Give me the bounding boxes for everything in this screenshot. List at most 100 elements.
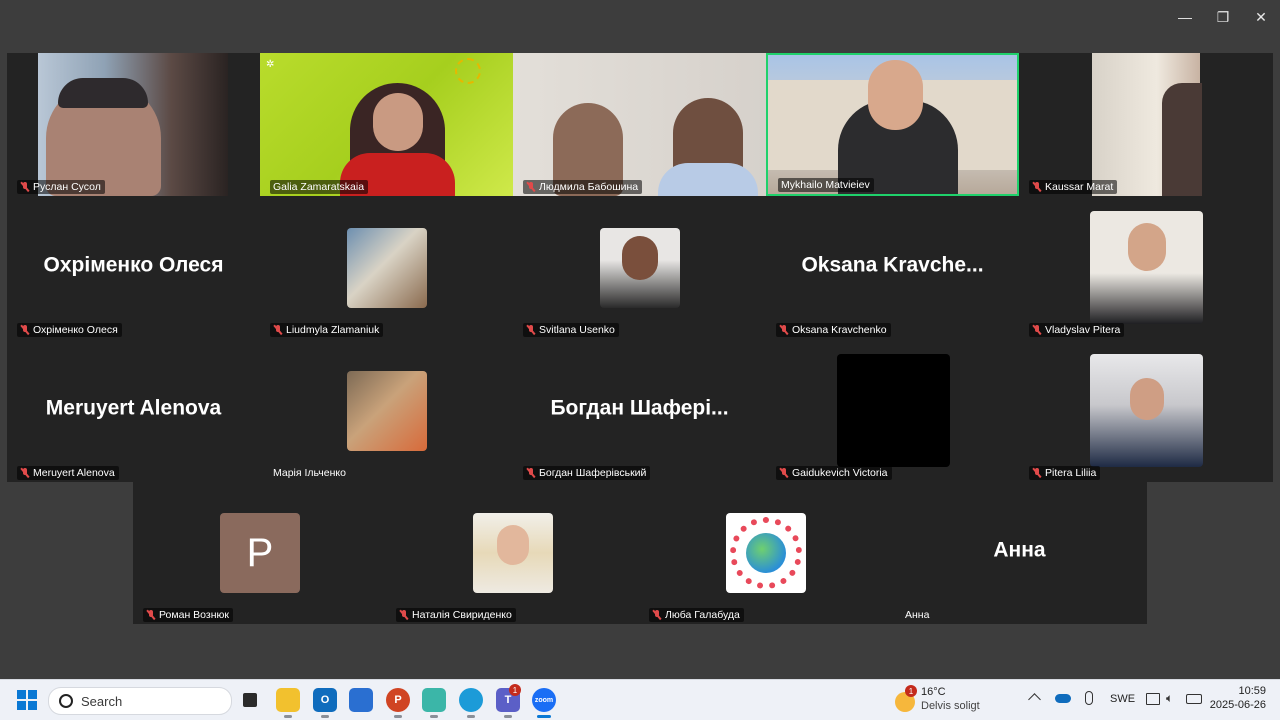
microphone-icon[interactable] [1085, 691, 1093, 705]
participant-display-name: Богдан Шафері... [550, 396, 729, 420]
running-indicator [430, 715, 438, 718]
microsoft-store-icon[interactable] [349, 688, 373, 712]
logo-badge-icon [455, 58, 481, 84]
network-icon[interactable] [1146, 693, 1160, 705]
participant-display-name: Охріменко Олеся [43, 253, 224, 277]
participant-tile-okhrimenko[interactable]: Охріменко Олеся Охріменко Олеся [7, 196, 260, 339]
onedrive-icon[interactable] [1055, 694, 1071, 703]
participant-tile-galia[interactable]: ✲ Galia Zamaratskaia [260, 53, 513, 196]
participant-tile-alenova[interactable]: Meruyert Alenova Meruyert Alenova [7, 339, 260, 482]
person-face [868, 60, 923, 130]
person-silhouette [1162, 83, 1202, 196]
clock-date: 2025-06-26 [1209, 699, 1266, 711]
maximize-button[interactable]: ❐ [1204, 0, 1242, 34]
profile-photo [600, 228, 680, 308]
person-hair [58, 78, 148, 108]
participant-tile-mykhailo[interactable]: Mykhailo Matvieiev [766, 53, 1019, 196]
participant-name-label: Руслан Сусол [17, 180, 105, 194]
participant-name-label: Galia Zamaratskaia [270, 180, 369, 194]
mic-muted-icon [273, 325, 283, 335]
participant-video [38, 53, 228, 196]
participant-name-label: Людмила Бабошина [523, 180, 643, 194]
mic-muted-icon [20, 182, 30, 192]
profile-photo [347, 371, 427, 451]
task-view-icon[interactable] [238, 688, 262, 712]
powerpoint-icon[interactable]: P [386, 688, 410, 712]
file-explorer-icon[interactable] [276, 688, 300, 712]
system-clock[interactable]: 10:59 2025-06-26 [1206, 685, 1266, 711]
participant-tile-liudmyla-b[interactable]: Людмила Бабошина [513, 53, 766, 196]
minimize-button[interactable]: — [1166, 0, 1204, 34]
mic-muted-icon [526, 182, 536, 192]
windows-start-icon[interactable] [17, 690, 37, 710]
participant-name-label: Vladyslav Pitera [1029, 323, 1125, 337]
participant-tile-anna[interactable]: Анна Анна [892, 482, 1147, 624]
mic-muted-icon [779, 325, 789, 335]
weather-description: Delvis soligt [921, 700, 980, 712]
volume-icon[interactable]: 🔈︎ [1166, 691, 1173, 706]
participant-tile-kaussar[interactable]: Kaussar Marat [1019, 53, 1273, 196]
close-button[interactable]: ✕ [1242, 0, 1280, 34]
participant-name-label: Svitlana Usenko [523, 323, 619, 337]
clock-time: 10:59 [1238, 685, 1266, 697]
participant-tile-ruslan[interactable]: Руслан Сусол [7, 53, 260, 196]
teams-notification-badge: 1 [509, 684, 521, 696]
battery-icon[interactable] [1186, 694, 1202, 704]
mic-muted-icon [652, 610, 662, 620]
participant-name-label: Охріменко Олеся [17, 323, 122, 337]
participant-name-label: Наталія Свириденко [396, 608, 516, 622]
zoom-icon[interactable]: zoom [532, 688, 556, 712]
running-indicator [467, 715, 475, 718]
mic-muted-icon [146, 610, 156, 620]
participant-tile-usenko[interactable]: Svitlana Usenko [513, 196, 766, 339]
participant-tile-svyrydenko[interactable]: Наталія Свириденко [386, 482, 639, 624]
mic-muted-icon [779, 468, 789, 478]
participant-display-name: Meruyert Alenova [45, 396, 222, 420]
mic-muted-icon [526, 325, 536, 335]
active-indicator [537, 715, 551, 718]
edge-icon[interactable] [459, 688, 483, 712]
participant-display-name: Анна [993, 538, 1046, 562]
mic-muted-icon [526, 468, 536, 478]
participant-tile-ilchenko[interactable]: Марія Ільченко [260, 339, 513, 482]
profile-photo [1090, 354, 1203, 467]
profile-photo [726, 513, 806, 593]
search-placeholder: Search [81, 693, 123, 709]
participant-tile-kravchenko[interactable]: Oksana Kravche... Oksana Kravchenko [766, 196, 1019, 339]
mic-muted-icon [1032, 325, 1042, 335]
profile-photo [837, 354, 950, 467]
participant-name-label: Богдан Шаферівський [523, 466, 651, 480]
mic-muted-icon [1032, 182, 1042, 192]
participant-name-label: Анна [905, 609, 930, 621]
person-shirt [658, 163, 758, 196]
participant-name-label: Люба Галабуда [649, 608, 744, 622]
weather-temperature: 16°C [921, 686, 946, 698]
weather-widget[interactable]: 1 16°C Delvis soligt [895, 685, 995, 714]
mic-muted-icon [399, 610, 409, 620]
profile-photo [473, 513, 553, 593]
outlook-icon[interactable]: O [313, 688, 337, 712]
weather-badge: 1 [905, 685, 917, 697]
participant-video [1092, 53, 1202, 196]
windows-taskbar: Search O P T 1 zoom 1 16°C Delvis soligt… [0, 679, 1280, 720]
participant-tile-halabuda[interactable]: Люба Галабуда [639, 482, 892, 624]
participant-name-label: Oksana Kravchenko [776, 323, 891, 337]
participant-tile-voznyuk[interactable]: P Роман Вознюк [133, 482, 386, 624]
participant-name-label: Liudmyla Zlamaniuk [270, 323, 384, 337]
chevron-up-icon[interactable] [1028, 693, 1041, 706]
taskbar-search[interactable]: Search [48, 687, 232, 715]
participant-tile-gaidukevich[interactable]: Gaidukevich Victoria [766, 339, 1019, 482]
profile-photo [347, 228, 427, 308]
search-icon [59, 694, 73, 708]
running-indicator [321, 715, 329, 718]
running-indicator [284, 715, 292, 718]
profile-photo [1090, 211, 1203, 324]
running-indicator [504, 715, 512, 718]
participant-tile-zlamaniuk[interactable]: Liudmyla Zlamaniuk [260, 196, 513, 339]
participant-tile-vladyslav[interactable]: Vladyslav Pitera [1019, 196, 1273, 339]
input-language[interactable]: SWE [1110, 693, 1135, 705]
participant-name-label: Gaidukevich Victoria [776, 466, 892, 480]
participant-tile-liliia[interactable]: Pitera Liliia [1019, 339, 1273, 482]
participant-tile-shaferivskyi[interactable]: Богдан Шафері... Богдан Шаферівський [513, 339, 766, 482]
calculator-icon[interactable] [422, 688, 446, 712]
